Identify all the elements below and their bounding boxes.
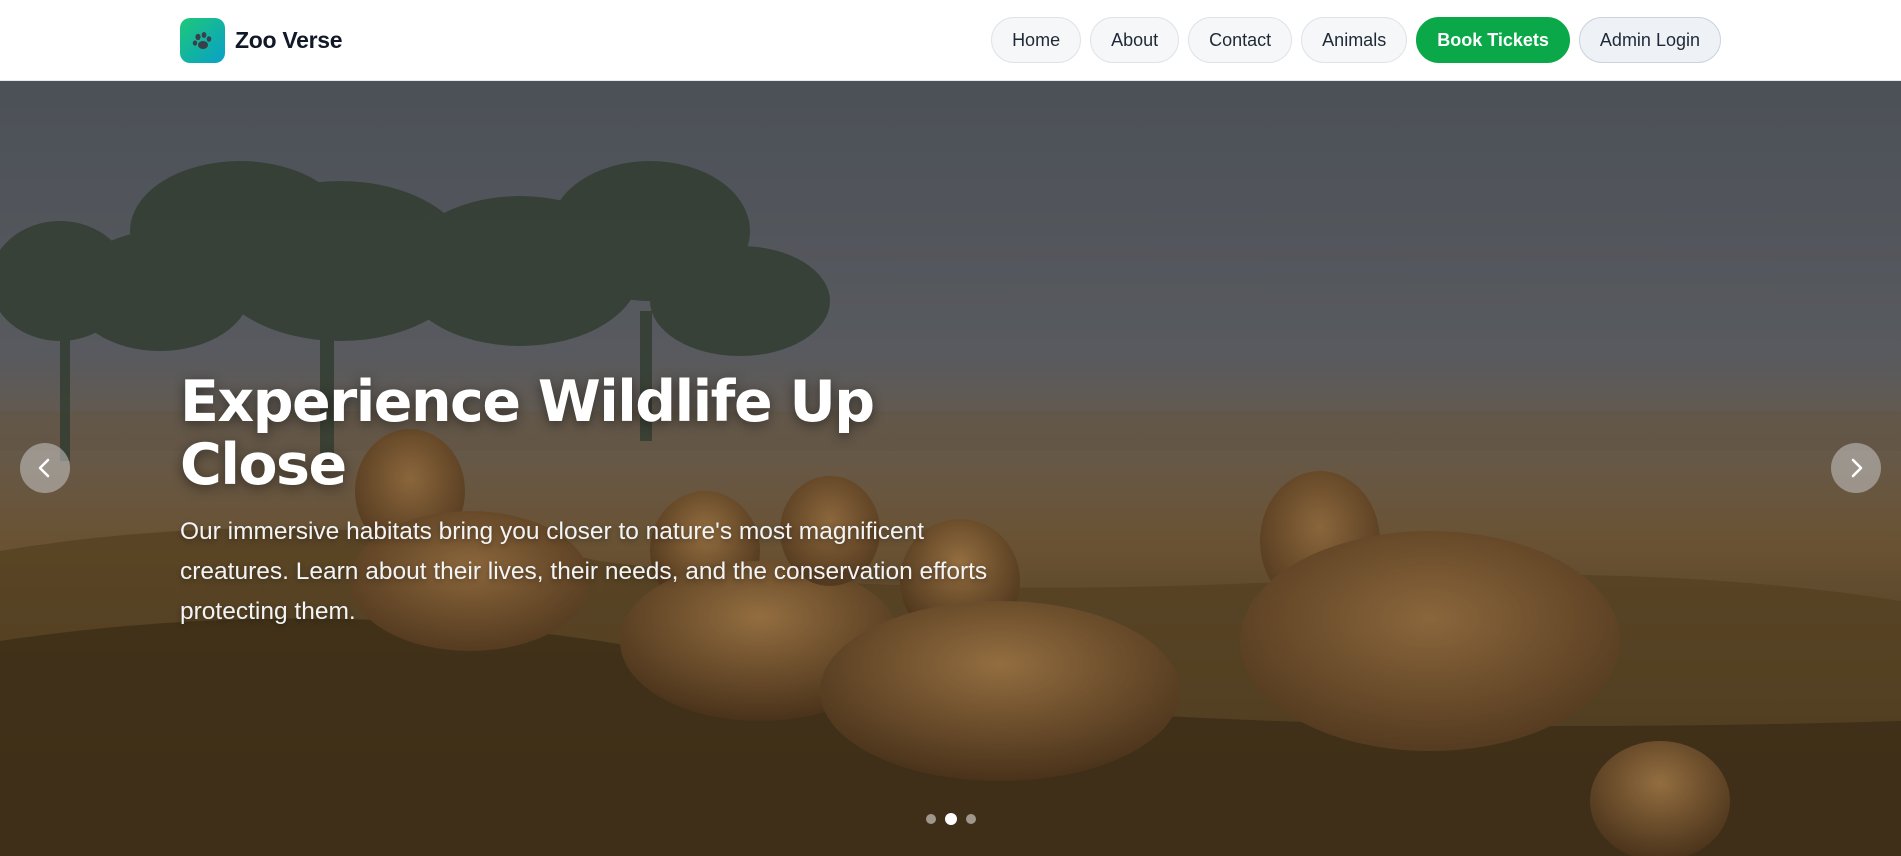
brand-name: Zoo Verse — [235, 27, 343, 53]
book-tickets-button[interactable]: Book Tickets — [1416, 17, 1570, 63]
nav-about-button[interactable]: About — [1090, 17, 1180, 63]
hero-content: Experience Wildlife Up Close Our immersi… — [180, 371, 1040, 632]
carousel-next-button[interactable] — [1831, 443, 1881, 493]
chevron-right-icon — [1851, 458, 1863, 478]
nav-contact-button[interactable]: Contact — [1188, 17, 1293, 63]
hero-title: Experience Wildlife Up Close — [180, 369, 875, 498]
hero-description: Our immersive habitats bring you closer … — [180, 518, 988, 626]
nav-home-button[interactable]: Home — [991, 17, 1082, 63]
carousel-dot-3[interactable] — [966, 814, 976, 824]
navbar: Zoo Verse Home About Contact Animals Boo… — [0, 0, 1901, 81]
carousel-indicators — [926, 813, 976, 825]
hero-carousel: Experience Wildlife Up Close Our immersi… — [0, 81, 1901, 856]
brand[interactable]: Zoo Verse — [180, 18, 343, 63]
carousel-prev-button[interactable] — [20, 443, 70, 493]
admin-login-button[interactable]: Admin Login — [1578, 17, 1721, 63]
nav-animals-button[interactable]: Animals — [1301, 17, 1408, 63]
paw-icon — [180, 18, 225, 63]
chevron-left-icon — [38, 458, 50, 478]
main-nav: Home About Contact Animals Book Tickets … — [991, 17, 1721, 63]
carousel-dot-1[interactable] — [926, 814, 936, 824]
carousel-dot-2[interactable] — [945, 813, 957, 825]
